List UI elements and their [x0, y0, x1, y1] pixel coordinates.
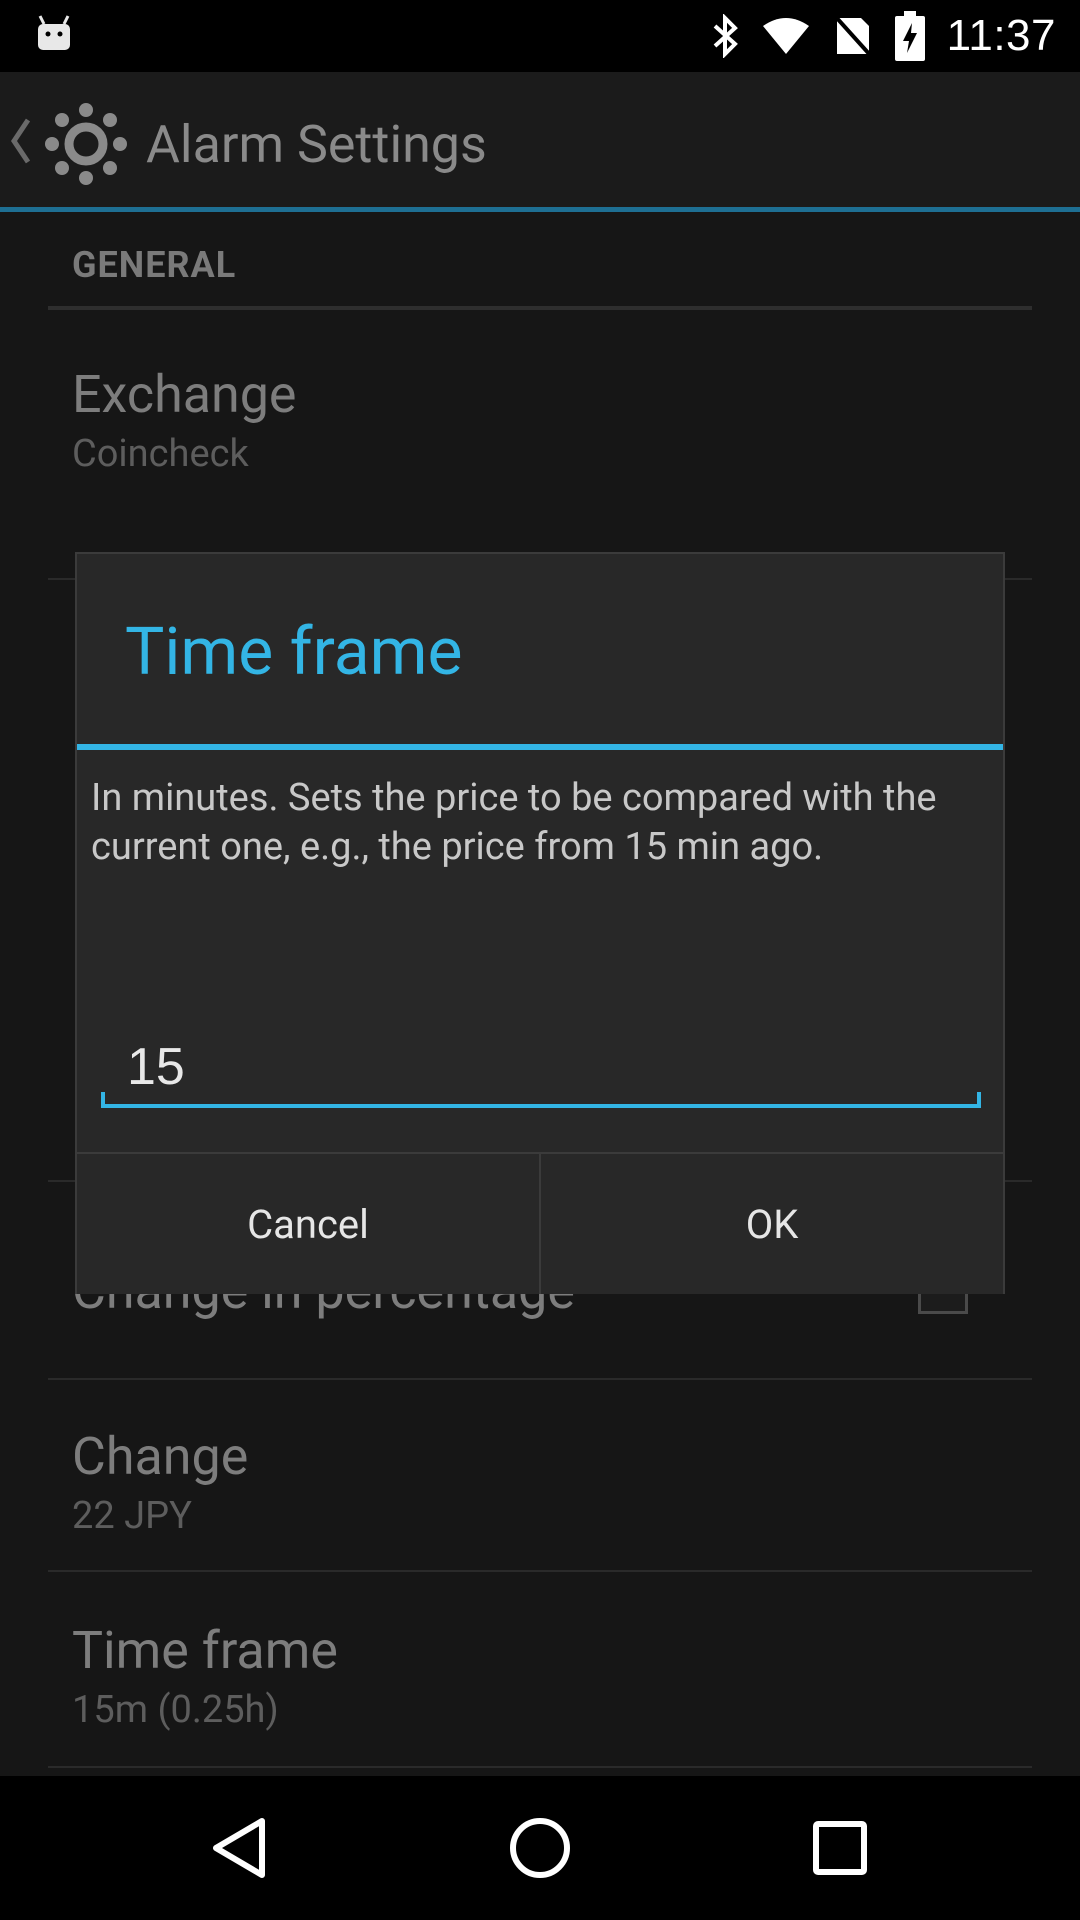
nav-recents-button[interactable]	[790, 1798, 890, 1898]
section-divider	[48, 306, 1032, 310]
home-circle-icon	[510, 1818, 570, 1878]
pref-title: Exchange	[72, 364, 297, 425]
navigation-bar	[0, 1776, 1080, 1920]
section-header-general: GENERAL	[72, 244, 237, 286]
battery-charging-icon	[894, 11, 925, 61]
pref-summary: Coincheck	[72, 432, 249, 476]
input-underline-tick	[977, 1092, 981, 1108]
no-sim-icon	[833, 14, 873, 58]
page-title: Alarm Settings	[146, 114, 487, 175]
back-caret-icon[interactable]	[10, 116, 32, 166]
time-frame-dialog: Time frame In minutes. Sets the price to…	[75, 552, 1005, 1294]
ok-button[interactable]: OK	[539, 1154, 1003, 1294]
dialog-title-divider	[77, 744, 1003, 750]
android-debug-icon	[38, 15, 70, 50]
dialog-button-bar: Cancel OK	[77, 1152, 1003, 1294]
nav-back-button[interactable]	[190, 1798, 290, 1898]
wifi-icon	[762, 18, 809, 54]
status-clock: 11:37	[946, 11, 1056, 60]
back-triangle-icon	[213, 1818, 265, 1878]
status-bar: 11:37	[0, 0, 1080, 72]
pref-title: Time frame	[72, 1620, 338, 1681]
pref-change[interactable]: Change 22 JPY	[48, 1378, 1032, 1572]
pref-divider	[48, 1766, 1032, 1768]
cancel-button[interactable]: Cancel	[77, 1154, 539, 1294]
settings-gear-icon[interactable]	[44, 102, 128, 186]
bluetooth-icon	[713, 14, 738, 58]
input-underline	[101, 1104, 981, 1108]
nav-home-button[interactable]	[490, 1798, 590, 1898]
pref-time-frame[interactable]: Time frame 15m (0.25h)	[48, 1572, 1032, 1768]
dialog-message: In minutes. Sets the price to be compare…	[91, 776, 937, 869]
recents-square-icon	[813, 1821, 867, 1875]
time-frame-input-wrap	[101, 1032, 981, 1112]
pref-summary: 15m (0.25h)	[72, 1688, 279, 1732]
action-bar: Alarm Settings	[0, 72, 1080, 212]
pref-title: Change	[72, 1426, 249, 1487]
pref-summary: 22 JPY	[72, 1494, 192, 1538]
input-underline-tick	[101, 1092, 105, 1108]
pref-exchange[interactable]: Exchange Coincheck	[48, 314, 1032, 580]
time-frame-input[interactable]	[101, 1032, 981, 1102]
dialog-title: Time frame	[125, 614, 463, 691]
